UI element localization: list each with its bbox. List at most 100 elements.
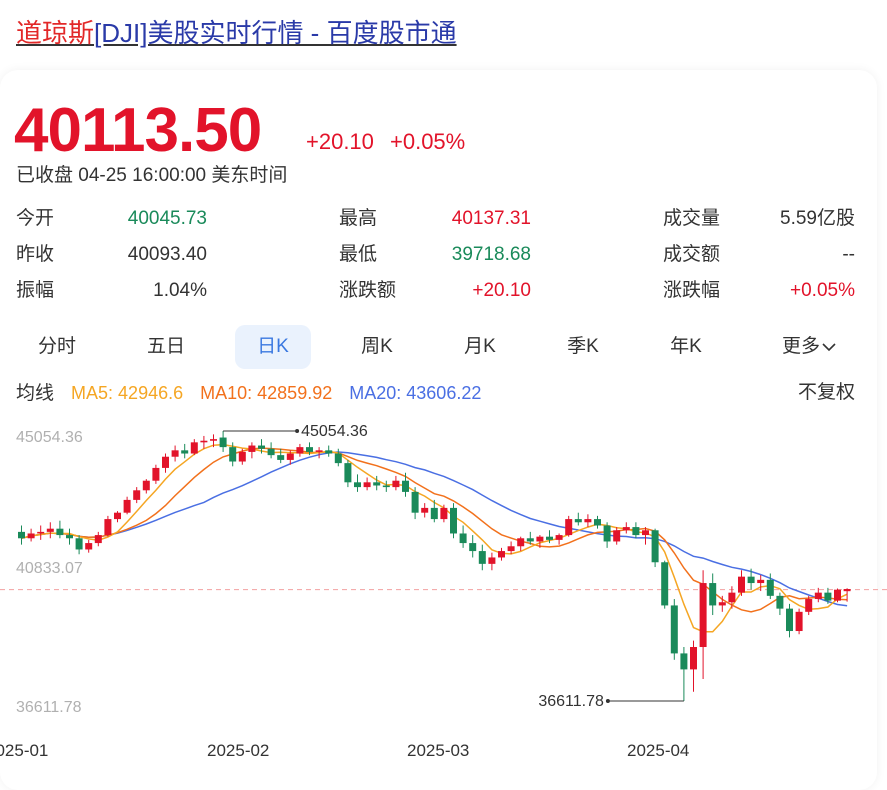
candle-body bbox=[661, 562, 669, 606]
candle-body bbox=[526, 538, 534, 542]
candle-body bbox=[133, 490, 141, 500]
high-annotation: 45054.36 bbox=[301, 423, 368, 440]
tab-weekly-k[interactable]: 周K bbox=[339, 325, 415, 369]
tab-quarterly-k[interactable]: 季K bbox=[545, 325, 621, 369]
candle-body bbox=[421, 507, 429, 513]
candle-body bbox=[507, 546, 515, 552]
stat-value: +0.05% bbox=[790, 280, 855, 301]
stat-label: 涨跌幅 bbox=[663, 280, 721, 301]
candle-body bbox=[478, 551, 486, 564]
candle-body bbox=[85, 543, 93, 550]
tab-monthly-k[interactable]: 月K bbox=[442, 325, 518, 369]
candle-body bbox=[306, 447, 313, 452]
candle-body bbox=[536, 536, 544, 542]
low-annotation: 36611.78 bbox=[538, 693, 604, 710]
stat-label: 成交额 bbox=[663, 244, 721, 265]
candle-body bbox=[66, 535, 73, 539]
candle-body bbox=[459, 533, 467, 544]
candle-body bbox=[680, 653, 688, 670]
stat-label: 最低 bbox=[339, 244, 378, 265]
candle-body bbox=[373, 482, 381, 486]
title-index-name[interactable]: 道琼斯 bbox=[16, 18, 94, 48]
market-status: 已收盘 04-25 16:00:00 美东时间 bbox=[16, 165, 288, 186]
candle-body bbox=[546, 536, 553, 540]
tab-daily-k[interactable]: 日K bbox=[235, 325, 311, 369]
tab-intraday[interactable]: 分时 bbox=[19, 325, 95, 369]
page-title-link[interactable]: 道琼斯[DJI]美股实时行情 - 百度股市通 bbox=[16, 16, 457, 50]
candle-body bbox=[104, 519, 112, 536]
candle-body bbox=[56, 528, 64, 536]
stat-value: 5.59亿股 bbox=[780, 208, 855, 229]
title-rest[interactable]: [DJI]美股实时行情 - 百度股市通 bbox=[94, 18, 457, 48]
high-marker-dot bbox=[295, 429, 300, 433]
candle-body bbox=[229, 447, 237, 462]
candle-body bbox=[709, 583, 717, 606]
ma20-value: MA20: 43606.22 bbox=[349, 383, 482, 403]
candle-body bbox=[584, 519, 592, 523]
stat-label: 振幅 bbox=[16, 280, 55, 301]
candle-body bbox=[488, 557, 496, 564]
tab-yearly-k[interactable]: 年K bbox=[648, 325, 724, 369]
candle-body bbox=[805, 599, 813, 612]
candle-body bbox=[392, 480, 400, 488]
candle-body bbox=[344, 463, 352, 483]
candle-body bbox=[824, 592, 832, 601]
candle-body bbox=[315, 450, 323, 452]
ma5-value: MA5: 42946.6 bbox=[71, 383, 184, 403]
low-marker-dot bbox=[605, 699, 610, 703]
stat-value: 40093.40 bbox=[127, 244, 207, 265]
candle-body bbox=[594, 519, 601, 526]
candle-body bbox=[690, 647, 697, 670]
candle-body bbox=[843, 589, 851, 592]
candle-body bbox=[238, 451, 246, 462]
candle-body bbox=[171, 450, 179, 457]
candle-body bbox=[248, 445, 256, 452]
candle-body bbox=[334, 453, 342, 464]
candle-body bbox=[498, 551, 505, 558]
candle-body bbox=[574, 519, 582, 523]
candle-body bbox=[757, 579, 765, 584]
candle-body bbox=[382, 485, 390, 488]
candle-body bbox=[258, 445, 265, 449]
stat-value: 1.04% bbox=[153, 280, 207, 301]
candle-body bbox=[411, 491, 419, 513]
ma-label: 均线 bbox=[16, 383, 55, 404]
tab-more[interactable]: 更多 bbox=[764, 325, 854, 369]
candle-body bbox=[613, 530, 621, 542]
candle-body bbox=[450, 507, 457, 534]
stat-value: +20.10 bbox=[472, 280, 531, 301]
candle-body bbox=[738, 576, 745, 593]
candle-body bbox=[286, 453, 294, 460]
adjustment-selector[interactable]: 不复权 bbox=[798, 381, 855, 405]
candle-body bbox=[402, 480, 409, 492]
stat-label: 涨跌额 bbox=[339, 280, 397, 301]
candle-body bbox=[181, 450, 189, 454]
candle-body bbox=[603, 525, 611, 542]
stat-label: 昨收 bbox=[16, 244, 55, 265]
y-tick-label: 36611.78 bbox=[16, 699, 82, 716]
price-change: +20.10 bbox=[306, 129, 374, 154]
kline-chart[interactable]: 45054.36 40833.07 36611.78 45054.36 36611.78… bbox=[0, 420, 887, 774]
candle-body bbox=[622, 527, 630, 531]
candle-body bbox=[267, 448, 275, 456]
candle-body bbox=[94, 535, 102, 544]
candle-body bbox=[517, 538, 525, 547]
stat-label: 最高 bbox=[339, 208, 378, 229]
tab-five-day[interactable]: 五日 bbox=[128, 325, 204, 369]
period-tabs: 分时 五日 日K 周K 月K 季K 年K 更多 bbox=[14, 325, 876, 369]
x-tick-label: 2025-01 bbox=[0, 741, 48, 760]
x-tick-label: 2025-04 bbox=[627, 741, 689, 760]
candle-body bbox=[190, 442, 198, 454]
candle-body bbox=[75, 538, 83, 550]
candle-body bbox=[296, 447, 304, 454]
candle-body bbox=[642, 530, 649, 536]
candle-body bbox=[18, 531, 25, 539]
candle-body bbox=[440, 507, 448, 520]
candle-body bbox=[142, 480, 150, 491]
candle-body bbox=[747, 576, 755, 584]
candle-body bbox=[718, 602, 726, 606]
stat-value: 40045.73 bbox=[127, 208, 207, 229]
candle-body bbox=[728, 592, 736, 603]
candle-body bbox=[786, 608, 793, 632]
x-tick-label: 2025-03 bbox=[407, 741, 469, 760]
